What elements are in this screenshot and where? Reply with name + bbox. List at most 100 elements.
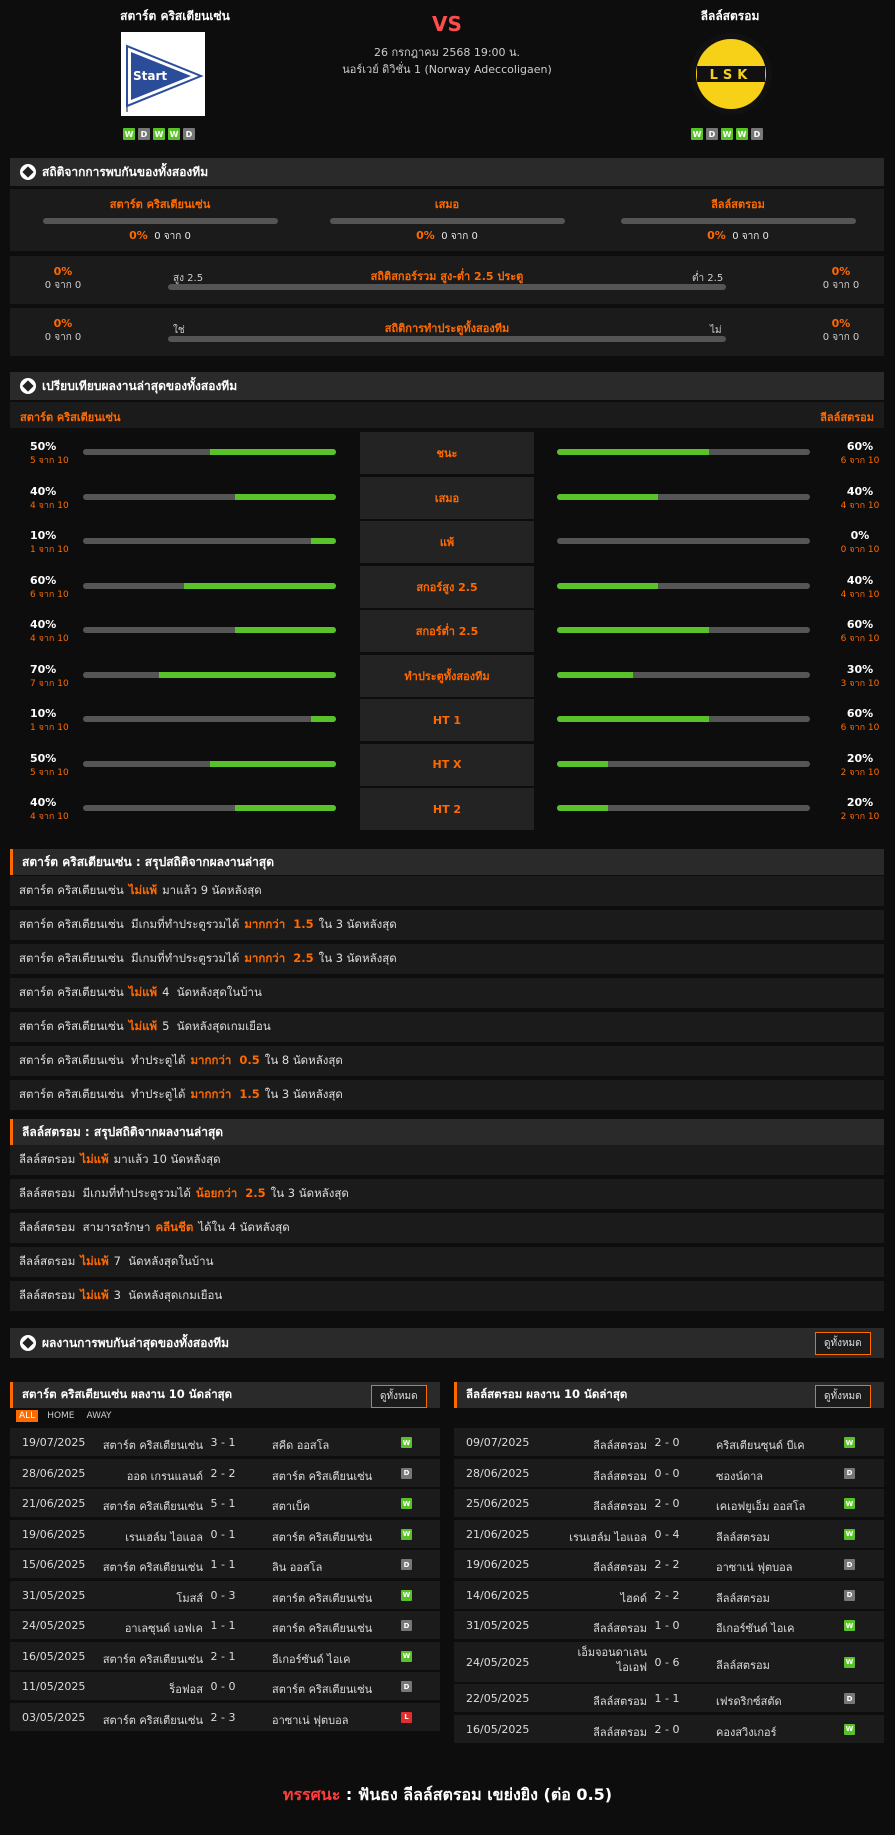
match-score: 1 - 1 bbox=[210, 1619, 236, 1632]
away-logo-text: LSK bbox=[710, 68, 753, 83]
away-count: 2 จาก 10 bbox=[840, 767, 880, 778]
match-row[interactable]: 19/07/2025 สตาร์ต คริสเตียนเซ่น 3 - 1 สคีด … bbox=[10, 1428, 440, 1456]
match-row[interactable]: 24/05/2025 อาเลซุนด์ เอฟเค 1 - 1 สตาร์ต คริ… bbox=[10, 1611, 440, 1639]
compare-row: 50% 5 จาก 10 HT X 20% 2 จาก 10 bbox=[10, 743, 884, 786]
match-result-badge: W bbox=[844, 1498, 855, 1509]
match-row[interactable]: 28/06/2025 ออด เกรนแลนด์ 2 - 2 สตาร์ต คริสเ… bbox=[10, 1458, 440, 1487]
away-count: 4 จาก 10 bbox=[840, 589, 880, 600]
tab-away[interactable]: AWAY bbox=[84, 1410, 115, 1422]
match-score: 2 - 0 bbox=[654, 1436, 680, 1449]
match-row[interactable]: 16/05/2025 ลีลล์สตรอม 2 - 0 คองสวิงเกอร์ W bbox=[454, 1714, 884, 1743]
home-team-logo[interactable]: Start bbox=[121, 32, 205, 116]
recent-view-all-button[interactable]: ดูทั้งหมด bbox=[815, 1332, 871, 1355]
home-form-badge: W bbox=[168, 128, 180, 140]
compare-row: 40% 4 จาก 10 เสมอ 40% 4 จาก 10 bbox=[10, 476, 884, 519]
match-result-badge: D bbox=[844, 1589, 855, 1601]
home-bar-fill bbox=[310, 538, 336, 544]
match-row[interactable]: 24/05/2025 เอ็มจอนดาเลน ไอเอฟ 0 - 6 ลีลล์สต… bbox=[454, 1641, 884, 1682]
away-pct-value: 30% bbox=[846, 662, 874, 676]
home-pct: 60% 6 จาก 10 bbox=[30, 574, 80, 601]
match-row[interactable]: 28/06/2025 ลีลล์สตรอม 0 - 0 ซองน์ดาล D bbox=[454, 1458, 884, 1487]
home-bar bbox=[83, 760, 336, 767]
verdict: ทรรศนะ : ฟันธง ลีลล์สตรอม เขย่งยิง (ต่อ … bbox=[0, 1783, 895, 1808]
match-row[interactable]: 19/06/2025 เรนเฮล์ม ไอแอล 0 - 1 สตาร์ต คริส… bbox=[10, 1519, 440, 1548]
away-team-name[interactable]: ลีลล์สตรอม bbox=[620, 7, 840, 26]
match-date: 24/05/2025 bbox=[466, 1655, 530, 1669]
home-pct-value: 50% bbox=[30, 751, 57, 765]
home-pct: 50% 5 จาก 10 bbox=[30, 440, 80, 467]
match-score: 1 - 1 bbox=[654, 1692, 680, 1705]
summary-highlight: ไม่แพ้ bbox=[80, 1288, 109, 1302]
away-bar-fill bbox=[557, 716, 709, 722]
match-away-team: สตาร์ต คริสเตียนเซ่น bbox=[272, 1622, 373, 1635]
tab-home[interactable]: HOME bbox=[44, 1410, 77, 1422]
verdict-sep: : bbox=[345, 1785, 353, 1804]
h2h-draw-pct: 0% bbox=[416, 229, 435, 242]
match-league[interactable]: นอร์เวย์ ดิวิชั่น 1 (Norway Adeccoligaen… bbox=[297, 60, 597, 78]
away-bar-fill bbox=[557, 449, 709, 455]
home-bar-fill bbox=[209, 760, 336, 767]
away-form-badge: D bbox=[706, 128, 718, 140]
match-away-team: อาซาเน่ ฟุตบอล bbox=[716, 1561, 793, 1574]
match-row[interactable]: 31/05/2025 โมสส์ 0 - 3 สตาร์ต คริสเตียนเซ่น… bbox=[10, 1580, 440, 1609]
summary-text: มาแล้ว 9 นัดหลังสุด bbox=[162, 883, 262, 897]
summary-row: ลีลล์สตรอม ไม่แพ้ 7 นัดหลังสุดในบ้าน bbox=[10, 1247, 884, 1277]
summary-text: ใน 3 นัดหลังสุด bbox=[318, 917, 397, 931]
match-row[interactable]: 16/05/2025 สตาร์ต คริสเตียนเซ่น 2 - 1 อีเกอ… bbox=[10, 1641, 440, 1670]
match-result-badge: W bbox=[844, 1528, 855, 1540]
away-bar-fill bbox=[557, 805, 608, 811]
h2h-home-count: 0 จาก 0 bbox=[154, 231, 191, 242]
home-recent-view-all-button[interactable]: ดูทั้งหมด bbox=[371, 1385, 427, 1408]
away-summary-header: ลีลล์สตรอม : สรุปสถิติจากผลงานล่าสุด bbox=[10, 1119, 884, 1145]
home-pct: 70% 7 จาก 10 bbox=[30, 663, 80, 690]
compare-label: สกอร์สูง 2.5 bbox=[360, 565, 534, 608]
match-home-team: ลีลล์สตรอม bbox=[593, 1469, 647, 1483]
match-row[interactable]: 15/06/2025 สตาร์ต คริสเตียนเซ่น 1 - 1 ลิน อ… bbox=[10, 1550, 440, 1578]
compare-away-cell: 20% 2 จาก 10 bbox=[535, 788, 884, 830]
match-row[interactable]: 14/06/2025 ไฮดด์ 2 - 2 ลีลล์สตรอม D bbox=[454, 1580, 884, 1609]
match-date: 28/06/2025 bbox=[22, 1466, 86, 1480]
match-result-badge: D bbox=[401, 1467, 412, 1479]
match-away-team: สตาร์ต คริสเตียนเซ่น bbox=[272, 1591, 373, 1605]
away-team-logo[interactable]: LSK bbox=[689, 32, 773, 116]
summary-text: ลีลล์สตรอม bbox=[19, 1152, 76, 1166]
summary-highlight: มากกว่า 1.5 bbox=[244, 917, 314, 931]
home-team-name[interactable]: สตาร์ต คริสเตียนเซ่น bbox=[65, 7, 285, 26]
match-away-team: ลีลล์สตรอม bbox=[716, 1530, 770, 1544]
away-pct-value: 40% bbox=[846, 484, 874, 498]
home-count: 7 จาก 10 bbox=[30, 678, 69, 689]
summary-highlight: ไม่แพ้ bbox=[128, 985, 158, 999]
match-row[interactable]: 03/05/2025 สตาร์ต คริสเตียนเซ่น 2 - 3 อาซาเ… bbox=[10, 1702, 440, 1731]
match-row[interactable]: 09/07/2025 ลีลล์สตรอม 2 - 0 คริสเตียนซุนด์ … bbox=[454, 1428, 884, 1456]
match-row[interactable]: 25/06/2025 ลีลล์สตรอม 2 - 0 เคเอฟยูเอ็ม ออส… bbox=[454, 1489, 884, 1517]
match-away-team: คริสเตียนซุนด์ บีเค bbox=[716, 1439, 805, 1452]
summary-highlight: คลีนชีต bbox=[155, 1220, 194, 1234]
btts-right-count: 0 จาก 0 bbox=[822, 332, 860, 343]
away-recent-view-all-button[interactable]: ดูทั้งหมด bbox=[815, 1385, 871, 1408]
summary-highlight: ไม่แพ้ bbox=[128, 883, 158, 897]
away-pct-value: 0% bbox=[850, 529, 870, 542]
home-bar-fill bbox=[184, 582, 336, 589]
compare-away-cell: 40% 4 จาก 10 bbox=[535, 476, 884, 519]
summary-text: ลีลล์สตรอม bbox=[19, 1288, 76, 1302]
home-count: 5 จาก 10 bbox=[30, 767, 69, 778]
tab-all[interactable]: ALL bbox=[16, 1410, 39, 1422]
match-row[interactable]: 31/05/2025 ลีลล์สตรอม 1 - 0 อีเกอร์ซันด์ ไอ… bbox=[454, 1611, 884, 1639]
home-bar bbox=[83, 582, 336, 589]
away-count: 0 จาก 10 bbox=[840, 545, 880, 555]
compare-row: 60% 6 จาก 10 สกอร์สูง 2.5 40% 4 จาก 10 bbox=[10, 565, 884, 608]
home-summary-header: สตาร์ต คริสเตียนเซ่น : สรุปสถิติจากผลงาน… bbox=[10, 849, 884, 875]
match-row[interactable]: 22/05/2025 ลีลล์สตรอม 1 - 1 เฟรดริกซ์สตัด D bbox=[454, 1684, 884, 1712]
match-row[interactable]: 21/06/2025 สตาร์ต คริสเตียนเซ่น 5 - 1 สตาเบ… bbox=[10, 1489, 440, 1517]
home-bar bbox=[83, 449, 336, 455]
match-row[interactable]: 19/06/2025 ลีลล์สตรอม 2 - 2 อาซาเน่ ฟุตบอล D bbox=[454, 1550, 884, 1578]
match-result-badge: D bbox=[844, 1559, 855, 1570]
summary-row: สตาร์ต คริสเตียนเซ่น มีเกมที่ทำประตูรวมไ… bbox=[10, 910, 884, 940]
home-pct-value: 40% bbox=[30, 484, 57, 498]
match-row[interactable]: 21/06/2025 เรนเฮล์ม ไอแอล 0 - 4 ลีลล์สตรอม W bbox=[454, 1519, 884, 1548]
match-row[interactable]: 11/05/2025 ร็อฟอส 0 - 0 สตาร์ต คริสเตียนเซ่… bbox=[10, 1672, 440, 1700]
match-home-team: ร็อฟอส bbox=[169, 1683, 203, 1696]
compare-home-cell: 10% 1 จาก 10 bbox=[10, 699, 359, 741]
summary-highlight: มากกว่า 2.5 bbox=[244, 951, 314, 965]
match-away-team: ลีลล์สตรอม bbox=[716, 1591, 770, 1605]
